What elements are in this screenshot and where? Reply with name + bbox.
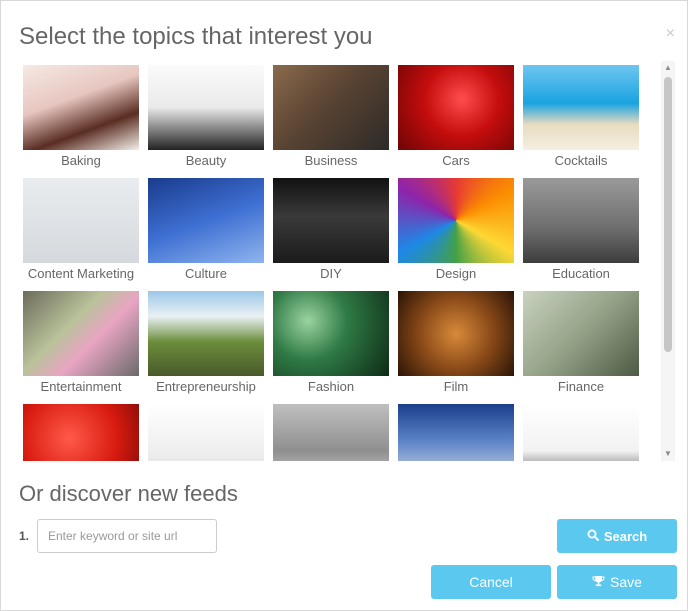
topic-label: Film (443, 379, 469, 394)
dollar-bills-photo (523, 291, 639, 376)
dialog-title: Select the topics that interest you (19, 23, 373, 50)
topic-label: Design (435, 266, 477, 281)
topic-label: Entrepreneurship (156, 379, 256, 394)
close-icon[interactable]: × (666, 26, 675, 42)
topic-tile[interactable]: Film (398, 291, 514, 404)
business-handshake-photo (523, 404, 639, 461)
topic-tile[interactable]: Finance (523, 291, 639, 404)
laptop-desk-photo (273, 65, 389, 150)
topic-tile[interactable]: Entertainment (23, 291, 139, 404)
topic-tile[interactable]: Education (523, 178, 639, 291)
topic-tile[interactable]: Design (398, 178, 514, 291)
topic-tile[interactable]: Cocktails (523, 65, 639, 178)
topic-tile[interactable]: Entrepreneurship (148, 291, 264, 404)
topics-grid: Baking Beauty Business Cars Cocktails Content… (23, 65, 645, 461)
topic-label: DIY (320, 266, 342, 281)
topic-tile[interactable]: Content Marketing (23, 178, 139, 291)
topic-label: Cocktails (554, 153, 608, 168)
beach-cocktail-photo (523, 65, 639, 150)
painted-guitar-photo (23, 291, 139, 376)
topic-tile[interactable]: Culture (148, 178, 264, 291)
topic-label: Baking (61, 153, 101, 168)
topic-tile[interactable]: Baking (23, 65, 139, 178)
topic-tile[interactable] (23, 404, 139, 461)
makeup-brushes-photo (148, 65, 264, 150)
tomatoes-photo (23, 404, 139, 461)
topic-tile[interactable]: Fashion (273, 291, 389, 404)
cancel-button[interactable]: Cancel (431, 565, 551, 599)
scroll-up-arrow-icon[interactable]: ▲ (661, 61, 675, 75)
topics-grid-viewport: Baking Beauty Business Cars Cocktails Content… (23, 65, 645, 461)
topic-label: Finance (557, 379, 605, 394)
red-classic-car-photo (398, 65, 514, 150)
discover-heading: Or discover new feeds (19, 481, 238, 506)
topic-tile[interactable]: Cars (398, 65, 514, 178)
scroll-thumb[interactable] (664, 77, 672, 352)
trophy-icon (592, 575, 605, 589)
search-icon (587, 529, 599, 543)
cancel-button-label: Cancel (469, 574, 513, 590)
search-button[interactable]: Search (557, 519, 677, 553)
topic-label: Education (552, 266, 610, 281)
keyword-input[interactable] (37, 519, 217, 553)
topic-label: Fashion (307, 379, 355, 394)
topic-tile[interactable] (398, 404, 514, 461)
totem-sign-photo (148, 178, 264, 263)
topic-tile[interactable] (273, 404, 389, 461)
measuring-tape-photo (273, 404, 389, 461)
grid-scrollbar[interactable]: ▲ ▼ (661, 61, 675, 461)
scroll-down-arrow-icon[interactable]: ▼ (661, 447, 675, 461)
topic-label: Entertainment (40, 379, 122, 394)
drill-bit-photo (273, 178, 389, 263)
colored-pencils-photo (398, 178, 514, 263)
add-new-post-screen-photo (23, 178, 139, 263)
topic-tile[interactable]: DIY (273, 178, 389, 291)
courthouse-photo (398, 404, 514, 461)
topic-label: Beauty (185, 153, 227, 168)
topics-dialog: Select the topics that interest you × Ba… (0, 0, 688, 611)
save-button-label: Save (610, 574, 642, 590)
topic-tile[interactable] (148, 404, 264, 461)
wooden-bridge-photo (148, 291, 264, 376)
pastries-photo (23, 65, 139, 150)
topic-tile[interactable] (523, 404, 639, 461)
search-button-label: Search (603, 528, 648, 544)
feed-number: 1. (19, 529, 30, 543)
topic-tile[interactable]: Beauty (148, 65, 264, 178)
high-heel-shoe-photo (273, 291, 389, 376)
save-button[interactable]: Save (557, 565, 677, 599)
topic-label: Cars (442, 153, 470, 168)
topic-label: Culture (185, 266, 227, 281)
topic-label: Business (304, 153, 358, 168)
chess-pieces-photo (148, 404, 264, 461)
topic-label: Content Marketing (27, 266, 135, 281)
vintage-camera-photo (398, 291, 514, 376)
topic-tile[interactable]: Business (273, 65, 389, 178)
apple-on-books-photo (523, 178, 639, 263)
